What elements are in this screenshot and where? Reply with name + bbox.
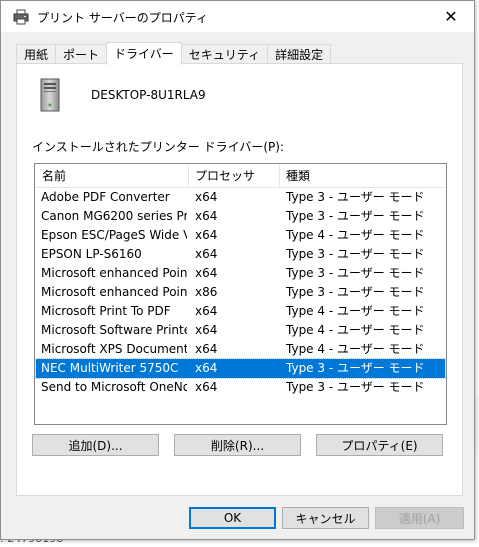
close-button[interactable]: ✕ — [428, 1, 474, 32]
ok-button[interactable]: OK — [189, 507, 276, 529]
driver-processor: x86 — [195, 285, 218, 299]
driver-processor: x64 — [195, 209, 218, 223]
driver-name: Microsoft Print To PDF — [41, 304, 171, 318]
driver-processor: x64 — [195, 342, 218, 356]
list-item[interactable]: Adobe PDF Converter x64 Type 3 - ユーザー モード — [36, 188, 445, 207]
tab-strip: 用紙 ポート ドライバー セキュリティ 詳細設定 — [16, 42, 332, 65]
driver-name: Microsoft enhanced Point... — [41, 266, 187, 280]
column-header-processor[interactable]: プロセッサ — [189, 165, 280, 187]
list-item[interactable]: Microsoft Print To PDF x64 Type 4 - ユーザー モ… — [36, 302, 445, 321]
driver-processor: x64 — [195, 380, 218, 394]
list-item[interactable]: Microsoft XPS Document ... x64 Type 4 - ユー… — [36, 340, 445, 359]
driver-type: Type 4 - ユーザー モード — [286, 342, 425, 356]
list-item-selected[interactable]: NEC MultiWriter 5750C x64 Type 3 - ユーザー モー… — [35, 358, 446, 379]
column-header-name[interactable]: 名前 — [36, 165, 189, 187]
installed-drivers-label: インストールされたプリンター ドライバー(P): — [32, 140, 284, 154]
driver-properties-button[interactable]: プロパティ(E) — [316, 434, 443, 456]
tab-drivers[interactable]: ドライバー — [106, 42, 182, 65]
driver-type: Type 4 - ユーザー モード — [286, 228, 425, 242]
list-item[interactable]: Epson ESC/PageS Wide V4... x64 Type 4 - ユー… — [36, 226, 445, 245]
tab-advanced[interactable]: 詳細設定 — [267, 44, 332, 65]
tab-ports[interactable]: ポート — [55, 44, 108, 65]
close-icon: ✕ — [444, 7, 458, 26]
driver-type: Type 3 - ユーザー モード — [286, 361, 425, 375]
driver-type: Type 4 - ユーザー モード — [286, 304, 425, 318]
driver-name: Microsoft Software Printer... — [41, 323, 187, 337]
tab-security[interactable]: セキュリティ — [180, 44, 269, 65]
driver-name: EPSON LP-S6160 — [41, 247, 142, 261]
print-server-properties-dialog: プリント サーバーのプロパティ ✕ 用紙 ポート ドライバー セキュリティ 詳細… — [0, 0, 475, 540]
driver-name: Microsoft XPS Document ... — [41, 342, 187, 356]
cancel-button[interactable]: キャンセル — [282, 507, 369, 529]
driver-type: Type 3 - ユーザー モード — [286, 209, 425, 223]
title-bar: プリント サーバーのプロパティ ✕ — [1, 1, 474, 32]
driver-name: NEC MultiWriter 5750C — [41, 361, 179, 375]
driver-type: Type 3 - ユーザー モード — [286, 285, 425, 299]
driver-name: Send to Microsoft OneNot... — [41, 380, 187, 394]
column-header-type[interactable]: 種類 — [280, 165, 445, 187]
driver-type: Type 3 - ユーザー モード — [286, 247, 425, 261]
driver-name: Canon MG6200 series Prin... — [41, 209, 187, 223]
driver-processor: x64 — [195, 266, 218, 280]
driver-type: Type 3 - ユーザー モード — [286, 380, 425, 394]
list-item[interactable]: Microsoft Software Printer... x64 Type 4 -… — [36, 321, 445, 340]
tab-paper[interactable]: 用紙 — [16, 44, 57, 65]
driver-name: Microsoft enhanced Point... — [41, 285, 187, 299]
list-item[interactable]: Canon MG6200 series Prin... x64 Type 3 - ユ… — [36, 207, 445, 226]
list-item[interactable]: EPSON LP-S6160 x64 Type 3 - ユーザー モード — [36, 245, 445, 264]
driver-list[interactable]: 名前 プロセッサ 種類 Adobe PDF Converter x64 Type 3… — [34, 163, 447, 425]
computer-tower-icon — [40, 78, 60, 112]
driver-type: Type 3 - ユーザー モード — [286, 266, 425, 280]
list-body: Adobe PDF Converter x64 Type 3 - ユーザー モード … — [35, 188, 446, 397]
list-item[interactable]: Microsoft enhanced Point... x86 Type 3 - ユ… — [36, 283, 445, 302]
apply-button[interactable]: 適用(A) — [375, 507, 464, 529]
driver-name: Epson ESC/PageS Wide V4... — [41, 228, 187, 242]
driver-type: Type 3 - ユーザー モード — [286, 190, 425, 204]
driver-processor: x64 — [195, 304, 218, 318]
driver-type: Type 4 - ユーザー モード — [286, 323, 425, 337]
driver-processor: x64 — [195, 361, 218, 375]
add-driver-button[interactable]: 追加(D)... — [32, 434, 159, 456]
driver-processor: x64 — [195, 190, 218, 204]
list-header: 名前 プロセッサ 種類 — [36, 165, 445, 188]
printer-icon — [13, 9, 29, 25]
driver-processor: x64 — [195, 323, 218, 337]
list-item[interactable]: Send to Microsoft OneNot... x64 Type 3 - ユ… — [36, 378, 445, 397]
driver-name: Adobe PDF Converter — [41, 190, 170, 204]
driver-processor: x64 — [195, 228, 218, 242]
drivers-tab-panel: DESKTOP-8U1RLA9 インストールされたプリンター ドライバー(P):… — [16, 63, 463, 496]
server-name: DESKTOP-8U1RLA9 — [91, 88, 206, 102]
driver-processor: x64 — [195, 247, 218, 261]
list-item[interactable]: Microsoft enhanced Point... x64 Type 3 - ユ… — [36, 264, 445, 283]
window-title: プリント サーバーのプロパティ — [37, 11, 208, 25]
remove-driver-button[interactable]: 削除(R)... — [174, 434, 301, 456]
